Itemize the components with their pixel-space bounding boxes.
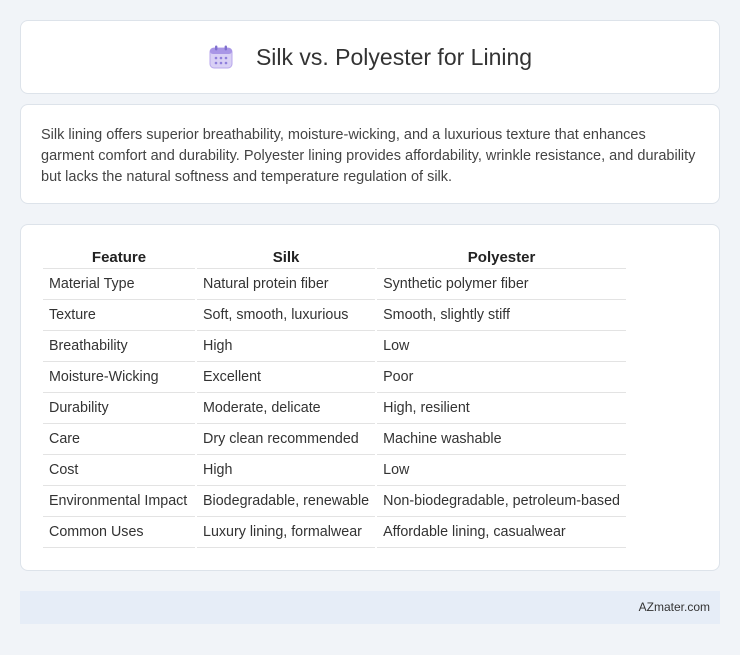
table-row: Material Type Natural protein fiber Synthe… bbox=[43, 269, 626, 300]
feature-cell: Care bbox=[43, 424, 195, 455]
feature-cell: Texture bbox=[43, 300, 195, 331]
column-header-polyester: Polyester bbox=[377, 247, 626, 269]
description-text: Silk lining offers superior breathabilit… bbox=[41, 127, 696, 185]
feature-cell: Moisture-Wicking bbox=[43, 362, 195, 393]
comparison-table-card: Feature Silk Polyester Material Type Natu… bbox=[20, 224, 720, 571]
feature-cell: Breathability bbox=[43, 331, 195, 362]
table-row: Breathability High Low bbox=[43, 331, 626, 362]
silk-cell: Natural protein fiber bbox=[197, 269, 376, 300]
silk-cell: High bbox=[197, 455, 376, 486]
silk-cell: Moderate, delicate bbox=[197, 393, 376, 424]
polyester-cell: Machine washable bbox=[377, 424, 626, 455]
silk-cell: Soft, smooth, luxurious bbox=[197, 300, 376, 331]
feature-cell: Environmental Impact bbox=[43, 486, 195, 517]
feature-cell: Durability bbox=[43, 393, 195, 424]
calendar-icon bbox=[208, 44, 234, 70]
silk-cell: Excellent bbox=[197, 362, 376, 393]
comparison-table: Feature Silk Polyester Material Type Natu… bbox=[41, 247, 628, 548]
column-header-silk: Silk bbox=[197, 247, 376, 269]
footer: AZmater.com bbox=[20, 591, 720, 624]
title-card: Silk vs. Polyester for Lining bbox=[20, 20, 720, 94]
polyester-cell: Low bbox=[377, 455, 626, 486]
polyester-cell: High, resilient bbox=[377, 393, 626, 424]
silk-cell: Biodegradable, renewable bbox=[197, 486, 376, 517]
table-row: Care Dry clean recommended Machine washabl… bbox=[43, 424, 626, 455]
table-row: Durability Moderate, delicate High, resili… bbox=[43, 393, 626, 424]
table-row: Texture Soft, smooth, luxurious Smooth, sl… bbox=[43, 300, 626, 331]
description-card: Silk lining offers superior breathabilit… bbox=[20, 104, 720, 204]
page-title: Silk vs. Polyester for Lining bbox=[255, 43, 533, 70]
silk-cell: Dry clean recommended bbox=[197, 424, 376, 455]
feature-cell: Common Uses bbox=[43, 517, 195, 548]
table-header-row: Feature Silk Polyester bbox=[43, 247, 626, 269]
silk-cell: High bbox=[197, 331, 376, 362]
table-body: Material Type Natural protein fiber Synthe… bbox=[43, 269, 626, 548]
table-row: Environmental Impact Biodegradable, renew… bbox=[43, 486, 626, 517]
footer-brand: AZmater.com bbox=[638, 600, 710, 614]
polyester-cell: Smooth, slightly stiff bbox=[377, 300, 626, 331]
polyester-cell: Low bbox=[377, 331, 626, 362]
table-row: Cost High Low bbox=[43, 455, 626, 486]
polyester-cell: Non-biodegradable, petroleum-based bbox=[377, 486, 626, 517]
polyester-cell: Synthetic polymer fiber bbox=[377, 269, 626, 300]
table-row: Common Uses Luxury lining, formalwear Affo… bbox=[43, 517, 626, 548]
silk-cell: Luxury lining, formalwear bbox=[197, 517, 376, 548]
polyester-cell: Affordable lining, casualwear bbox=[377, 517, 626, 548]
column-header-feature: Feature bbox=[43, 247, 195, 269]
feature-cell: Material Type bbox=[43, 269, 195, 300]
feature-cell: Cost bbox=[43, 455, 195, 486]
polyester-cell: Poor bbox=[377, 362, 626, 393]
table-row: Moisture-Wicking Excellent Poor bbox=[43, 362, 626, 393]
